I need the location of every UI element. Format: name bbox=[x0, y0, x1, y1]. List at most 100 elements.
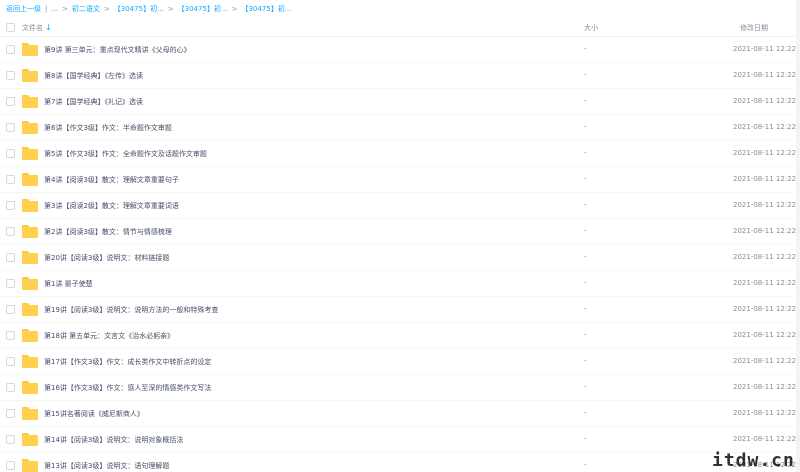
file-name[interactable]: 第7讲【国学经典】《礼记》选读 bbox=[44, 97, 143, 107]
file-date: 2021-08-11 12:22 bbox=[733, 357, 797, 365]
row-checkbox[interactable] bbox=[6, 331, 15, 340]
column-modified[interactable]: 修改日期 bbox=[740, 23, 768, 33]
row-checkbox[interactable] bbox=[6, 409, 15, 418]
folder-icon bbox=[22, 433, 38, 446]
breadcrumb-separator: > bbox=[62, 5, 68, 13]
file-size: - bbox=[584, 227, 587, 235]
file-size: - bbox=[584, 175, 587, 183]
row-checkbox[interactable] bbox=[6, 279, 15, 288]
file-size: - bbox=[584, 253, 587, 261]
breadcrumb-separator: > bbox=[231, 5, 238, 13]
breadcrumb: 返回上一级 | ... > 初二语文 > 【30475】初... > 【3047… bbox=[6, 3, 291, 15]
breadcrumb-item[interactable]: 【30475】初... bbox=[114, 4, 164, 14]
breadcrumb-item[interactable]: 【30475】初... bbox=[241, 4, 291, 14]
row-checkbox[interactable] bbox=[6, 123, 15, 132]
row-checkbox[interactable] bbox=[6, 357, 15, 366]
table-row[interactable]: 第20讲【阅读3级】说明文：材料链接题 - 2021-08-11 12:22 bbox=[0, 245, 800, 271]
folder-icon bbox=[22, 329, 38, 342]
file-date: 2021-08-11 12:22 bbox=[733, 175, 797, 183]
file-size: - bbox=[584, 279, 587, 287]
table-row[interactable]: 第1讲 晏子使楚 - 2021-08-11 12:22 bbox=[0, 271, 800, 297]
row-checkbox[interactable] bbox=[6, 383, 15, 392]
row-checkbox[interactable] bbox=[6, 305, 15, 314]
table-row[interactable]: 第7讲【国学经典】《礼记》选读 - 2021-08-11 12:22 bbox=[0, 89, 800, 115]
table-row[interactable]: 第6讲【作文3级】作文：半命题作文审题 - 2021-08-11 12:22 bbox=[0, 115, 800, 141]
file-date: 2021-08-11 12:22 bbox=[733, 71, 797, 79]
folder-icon bbox=[22, 69, 38, 82]
row-checkbox[interactable] bbox=[6, 71, 15, 80]
table-row[interactable]: 第13讲【阅读3级】说明文：语句理解题 -2021-08-11 12:22 bbox=[0, 453, 800, 472]
sort-down-icon[interactable]: ↓ bbox=[45, 23, 52, 32]
file-name[interactable]: 第20讲【阅读3级】说明文：材料链接题 bbox=[44, 253, 169, 263]
file-name[interactable]: 第13讲【阅读3级】说明文：语句理解题 bbox=[44, 461, 169, 471]
column-size[interactable]: 大小 bbox=[584, 23, 598, 33]
file-size: - bbox=[584, 435, 587, 443]
table-row[interactable]: 第3讲【阅读2级】散文：理解文章重要词语 - 2021-08-11 12:22 bbox=[0, 193, 800, 219]
breadcrumb-item[interactable]: ... bbox=[51, 5, 58, 13]
table-row[interactable]: 第15讲名著阅读《威尼斯商人》 - 2021-08-11 12:22 bbox=[0, 401, 800, 427]
column-filename-label: 文件名 bbox=[22, 24, 43, 32]
table-row[interactable]: 第9讲 第三单元：重点现代文精讲《父母的心》 - 2021-08-11 12:22 bbox=[0, 37, 800, 63]
file-date: 2021-08-11 12:22 bbox=[733, 201, 797, 209]
breadcrumb-item[interactable]: 【30475】初... bbox=[178, 4, 228, 14]
breadcrumb-separator: > bbox=[167, 5, 174, 13]
folder-icon bbox=[22, 199, 38, 212]
row-checkbox[interactable] bbox=[6, 45, 15, 54]
file-date: 2021-08-11 12:22 bbox=[733, 227, 797, 235]
file-size: - bbox=[584, 201, 587, 209]
file-name[interactable]: 第5讲【作文3级】作文：全命题作文及话题作文审题 bbox=[44, 149, 207, 159]
file-date: 2021-08-11 12:22 bbox=[733, 149, 797, 157]
file-size: - bbox=[584, 97, 587, 105]
table-row[interactable]: 第2讲【阅读3级】散文：情节与情感梳理 - 2021-08-11 12:22 bbox=[0, 219, 800, 245]
file-name[interactable]: 第4讲【阅读3级】散文：理解文章重要句子 bbox=[44, 175, 179, 185]
row-checkbox[interactable] bbox=[6, 97, 15, 106]
file-name[interactable]: 第18讲 第五单元：文言文《治水必躬亲》 bbox=[44, 331, 174, 341]
file-name[interactable]: 第19讲【阅读3级】说明文：说明方法的一般和特殊考查 bbox=[44, 305, 218, 315]
file-size: - bbox=[584, 461, 587, 469]
folder-icon bbox=[22, 147, 38, 160]
file-name[interactable]: 第2讲【阅读3级】散文：情节与情感梳理 bbox=[44, 227, 172, 237]
select-all-checkbox[interactable] bbox=[6, 23, 15, 32]
file-name[interactable]: 第3讲【阅读2级】散文：理解文章重要词语 bbox=[44, 201, 179, 211]
row-checkbox[interactable] bbox=[6, 201, 15, 210]
file-date: 2021-08-11 12:22 bbox=[733, 409, 797, 417]
file-size: - bbox=[584, 383, 587, 391]
row-checkbox[interactable] bbox=[6, 461, 15, 470]
table-row[interactable]: 第4讲【阅读3级】散文：理解文章重要句子 - 2021-08-11 12:22 bbox=[0, 167, 800, 193]
breadcrumb-separator: | bbox=[45, 5, 48, 13]
row-checkbox[interactable] bbox=[6, 227, 15, 236]
column-filename[interactable]: 文件名 ↓ bbox=[22, 23, 52, 33]
table-row[interactable]: 第5讲【作文3级】作文：全命题作文及话题作文审题 - 2021-08-11 12:2… bbox=[0, 141, 800, 167]
folder-icon bbox=[22, 277, 38, 290]
file-name[interactable]: 第15讲名著阅读《威尼斯商人》 bbox=[44, 409, 144, 419]
row-checkbox[interactable] bbox=[6, 253, 15, 262]
file-name[interactable]: 第8讲【国学经典】《左传》选读 bbox=[44, 71, 143, 81]
scrollbar[interactable] bbox=[796, 0, 800, 472]
file-date: 2021-08-11 12:22 bbox=[733, 331, 797, 339]
folder-icon bbox=[22, 303, 38, 316]
folder-icon bbox=[22, 355, 38, 368]
file-name[interactable]: 第9讲 第三单元：重点现代文精讲《父母的心》 bbox=[44, 45, 191, 55]
breadcrumb-separator: > bbox=[103, 5, 110, 13]
row-checkbox[interactable] bbox=[6, 435, 15, 444]
watermark: itdw.cn bbox=[712, 450, 795, 471]
file-date: 2021-08-11 12:22 bbox=[733, 123, 797, 131]
file-name[interactable]: 第16讲【作文3级】作文：感人至深的情感类作文写法 bbox=[44, 383, 211, 393]
file-name[interactable]: 第14讲【阅读3级】说明文：说明对象概括法 bbox=[44, 435, 183, 445]
back-link[interactable]: 返回上一级 bbox=[6, 4, 41, 14]
file-name[interactable]: 第6讲【作文3级】作文：半命题作文审题 bbox=[44, 123, 172, 133]
file-name[interactable]: 第1讲 晏子使楚 bbox=[44, 279, 93, 289]
row-checkbox[interactable] bbox=[6, 149, 15, 158]
table-row[interactable]: 第16讲【作文3级】作文：感人至深的情感类作文写法 - 2021-08-11 12:… bbox=[0, 375, 800, 401]
file-size: - bbox=[584, 149, 587, 157]
file-date: 2021-08-11 12:22 bbox=[733, 97, 797, 105]
table-row[interactable]: 第8讲【国学经典】《左传》选读 - 2021-08-11 12:22 bbox=[0, 63, 800, 89]
breadcrumb-item[interactable]: 初二语文 bbox=[72, 4, 100, 14]
table-row[interactable]: 第14讲【阅读3级】说明文：说明对象概括法 - 2021-08-11 12:22 bbox=[0, 427, 800, 453]
file-size: - bbox=[584, 71, 587, 79]
table-row[interactable]: 第17讲【作文3级】作文：成长类作文中转折点的设定 - 2021-08-11 12:… bbox=[0, 349, 800, 375]
file-name[interactable]: 第17讲【作文3级】作文：成长类作文中转折点的设定 bbox=[44, 357, 211, 367]
table-row[interactable]: 第19讲【阅读3级】说明文：说明方法的一般和特殊考查 - 2021-08-11 12… bbox=[0, 297, 800, 323]
table-row[interactable]: 第18讲 第五单元：文言文《治水必躬亲》 - 2021-08-11 12:22 bbox=[0, 323, 800, 349]
row-checkbox[interactable] bbox=[6, 175, 15, 184]
